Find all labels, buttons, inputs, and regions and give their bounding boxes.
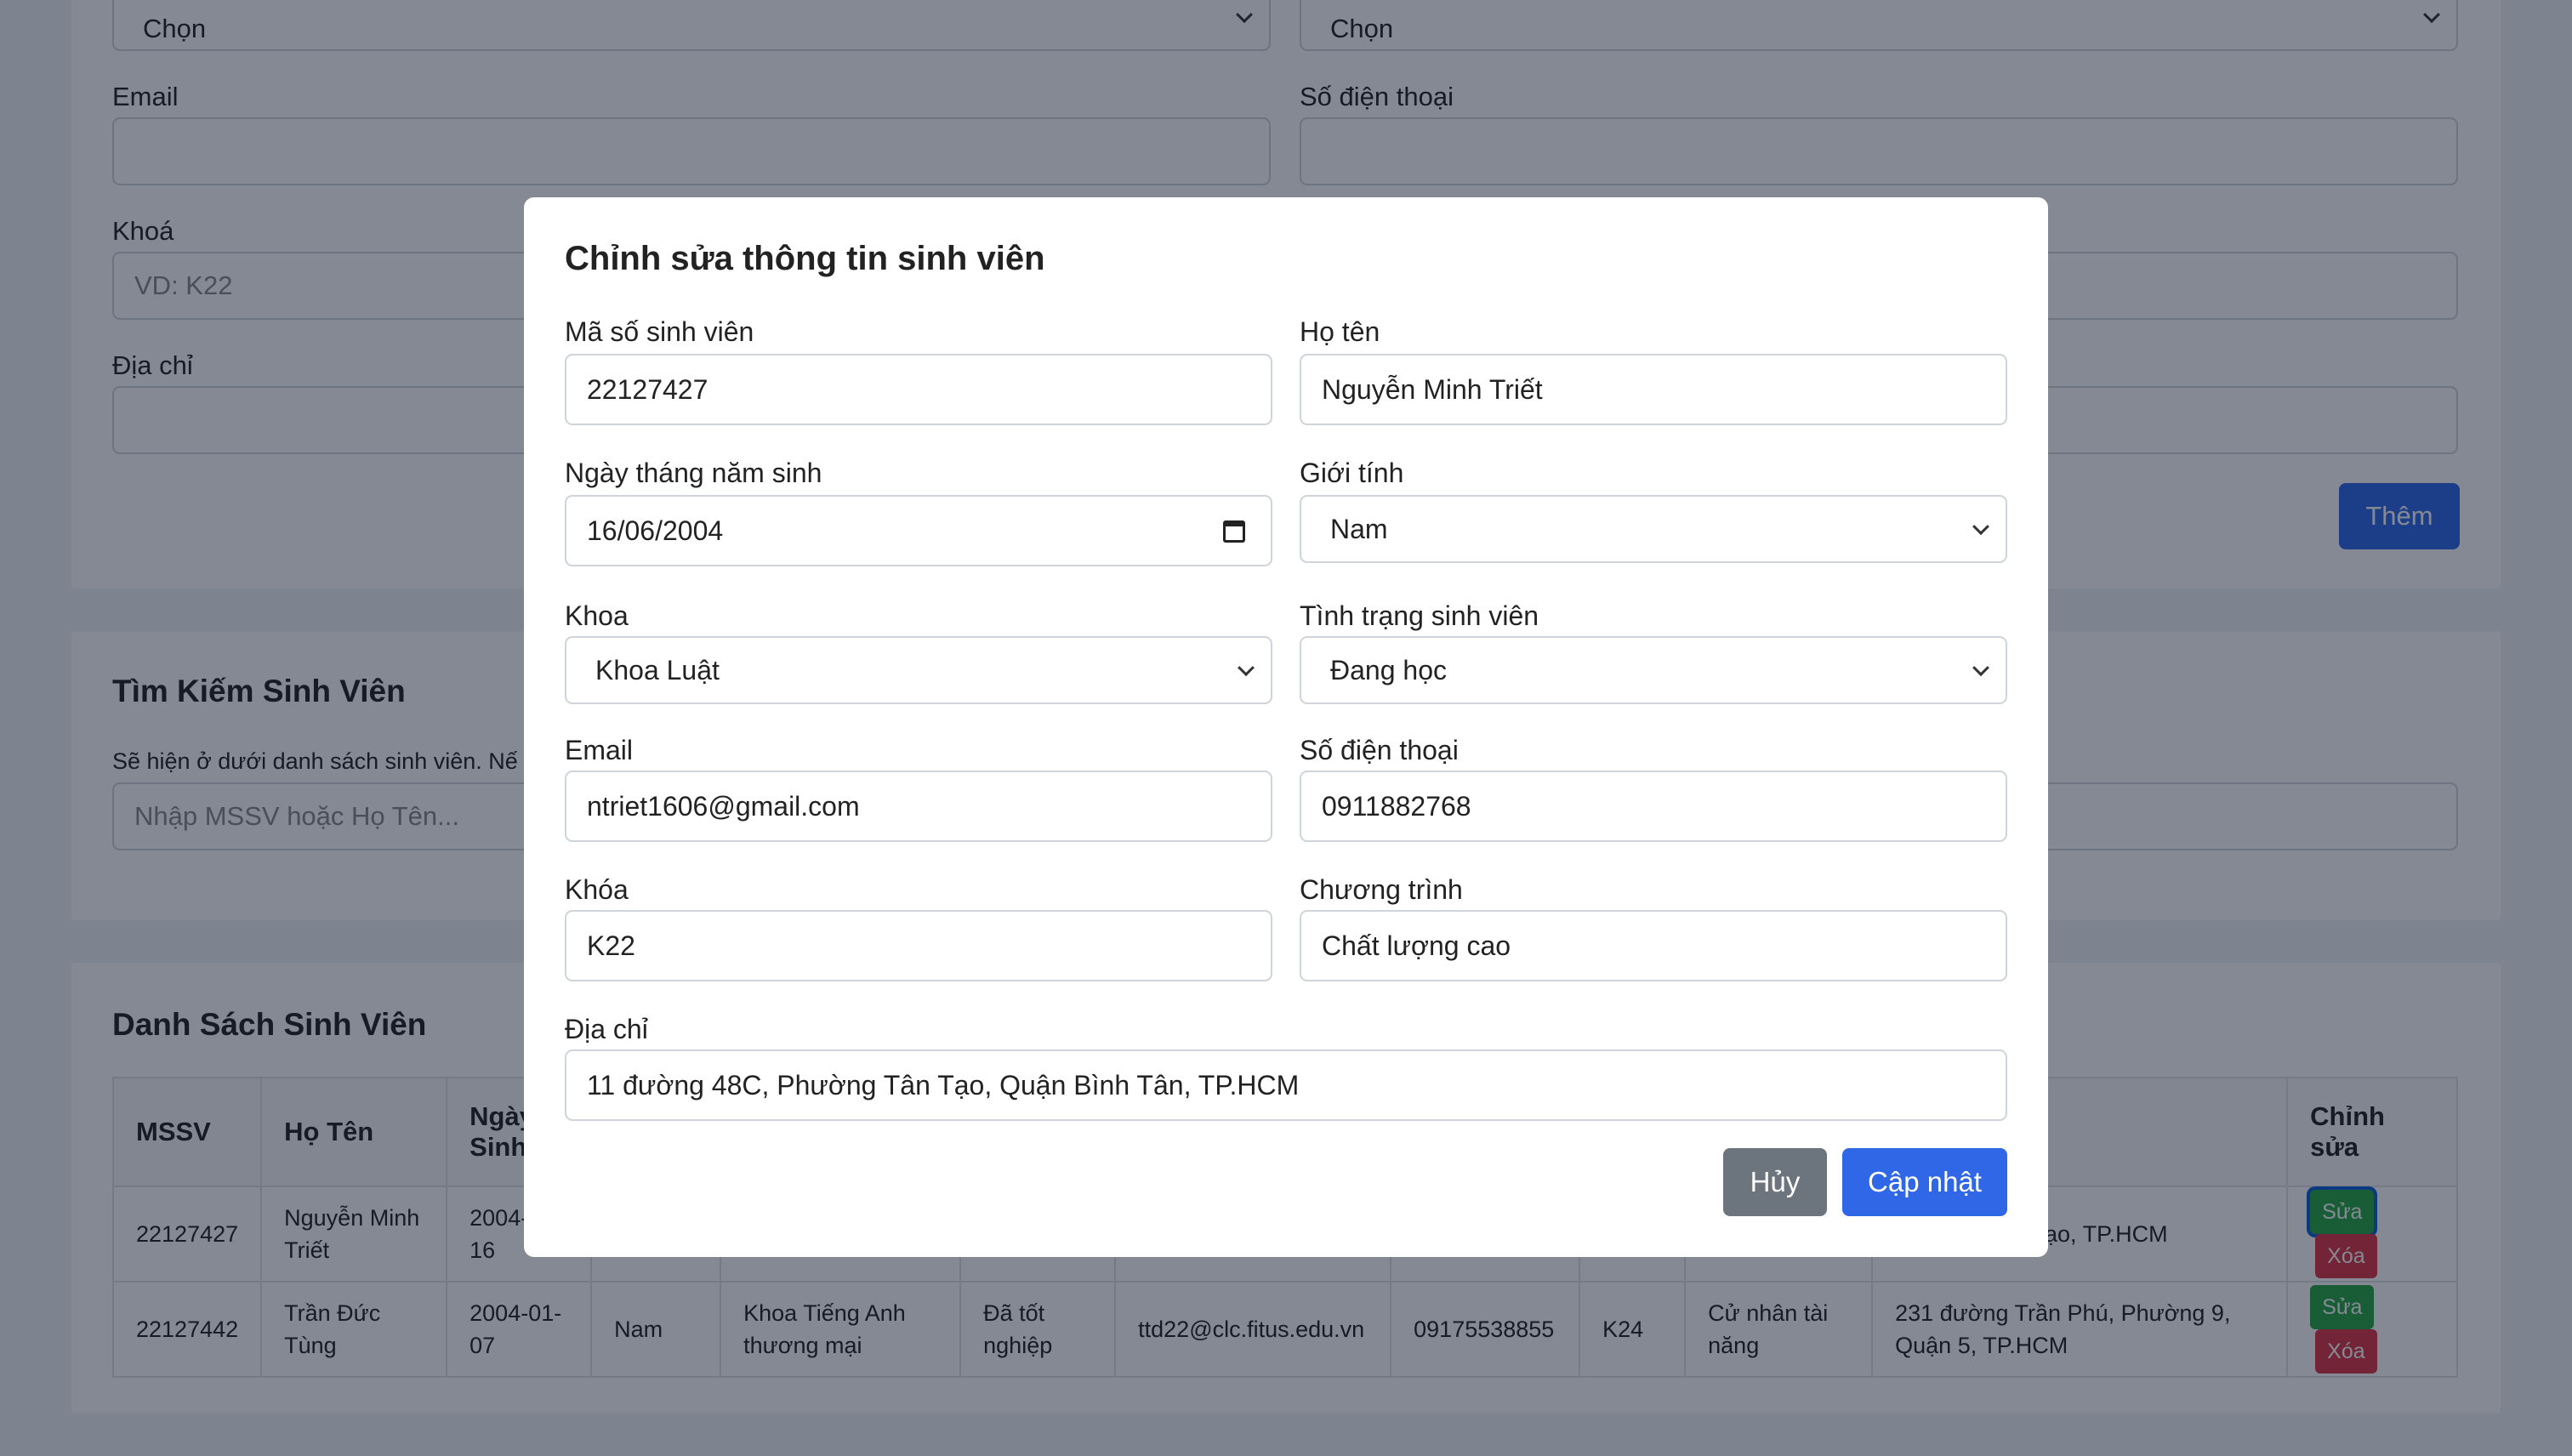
calendar-icon[interactable]	[1223, 520, 1245, 543]
email-label: Email	[565, 735, 634, 765]
name-label: Họ tên	[1300, 316, 1380, 347]
chevron-down-icon	[1972, 659, 1989, 677]
address-label: Địa chỉ	[565, 1014, 648, 1044]
gender-select[interactable]: Nam	[1300, 495, 2007, 563]
chevron-down-icon	[1238, 659, 1255, 677]
dob-field[interactable]: 16/06/2004	[565, 495, 1272, 566]
update-button[interactable]: Cập nhật	[1842, 1148, 2007, 1216]
mssv-label: Mã số sinh viên	[565, 316, 754, 347]
cancel-button[interactable]: Hủy	[1723, 1148, 1827, 1216]
mssv-field[interactable]: 22127427	[565, 354, 1272, 425]
faculty-label: Khoa	[565, 600, 629, 631]
course-label: Khóa	[565, 874, 629, 905]
status-select[interactable]: Đang học	[1300, 636, 2007, 704]
chevron-down-icon	[1972, 518, 1989, 536]
address-field[interactable]: 11 đường 48C, Phường Tân Tạo, Quận Bình …	[565, 1049, 2007, 1121]
modal-title: Chỉnh sửa thông tin sinh viên	[565, 240, 1045, 277]
edit-student-modal: Chỉnh sửa thông tin sinh viên Mã số sinh…	[524, 197, 2048, 1257]
name-field[interactable]: Nguyễn Minh Triết	[1300, 354, 2007, 425]
status-label: Tình trạng sinh viên	[1300, 600, 1539, 631]
phone-field[interactable]: 0911882768	[1300, 771, 2007, 842]
course-field[interactable]: K22	[565, 910, 1272, 981]
phone-label: Số điện thoại	[1300, 735, 1459, 765]
gender-label: Giới tính	[1300, 458, 1404, 488]
faculty-select[interactable]: Khoa Luật	[565, 636, 1272, 704]
program-label: Chương trình	[1300, 874, 1463, 905]
dob-label: Ngày tháng năm sinh	[565, 458, 822, 488]
program-field[interactable]: Chất lượng cao	[1300, 910, 2007, 981]
email-field[interactable]: ntriet1606@gmail.com	[565, 771, 1272, 842]
